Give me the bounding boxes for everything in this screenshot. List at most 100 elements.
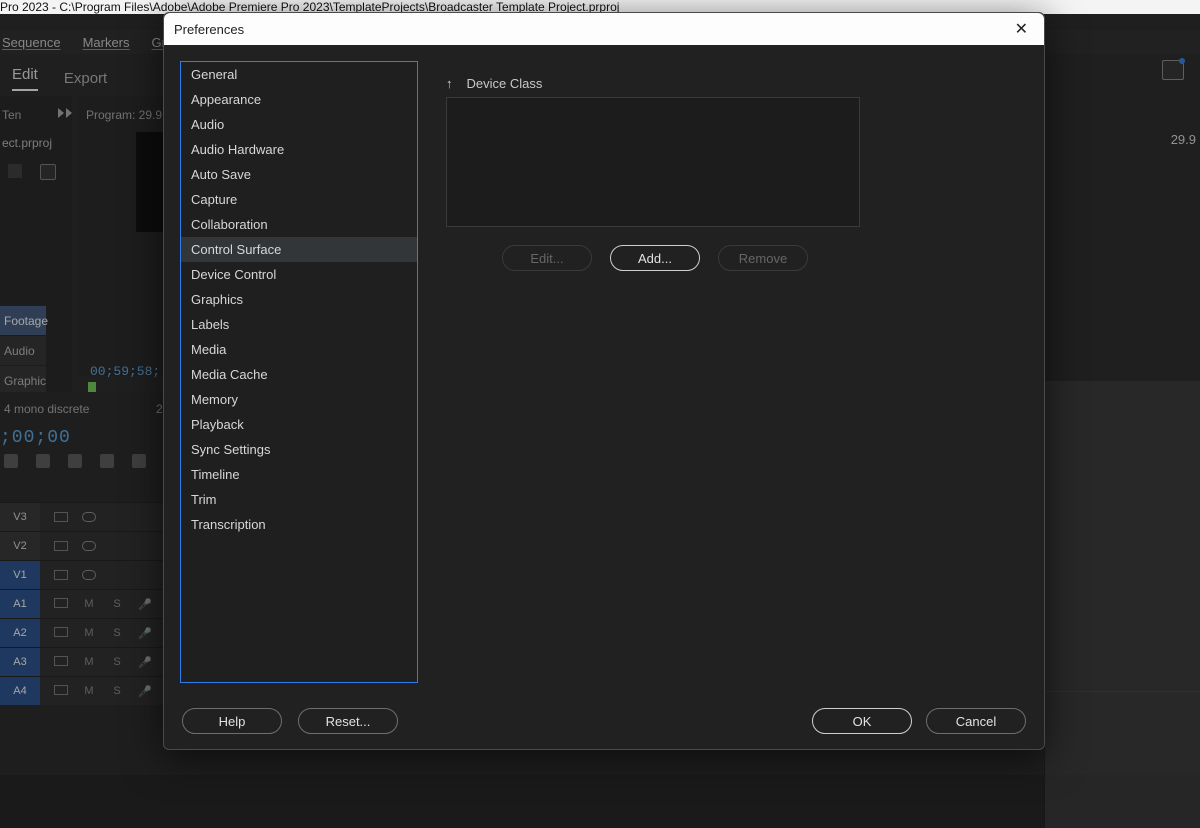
track-controls: M S 🎤	[40, 627, 152, 640]
cancel-button[interactable]: Cancel	[926, 708, 1026, 734]
solo-button[interactable]: S	[110, 598, 124, 611]
timeline-timecode[interactable]: ;00;00	[0, 428, 71, 448]
add-button[interactable]: Add...	[610, 245, 700, 271]
linked-icon[interactable]	[36, 454, 50, 468]
edit-button: Edit...	[502, 245, 592, 271]
bin-item[interactable]: Footage	[0, 306, 46, 336]
menu-markers[interactable]: Markers	[83, 35, 130, 50]
track-controls: M S 🎤	[40, 685, 152, 698]
prefs-category-sync-settings[interactable]: Sync Settings	[181, 437, 417, 462]
search-icon[interactable]	[40, 164, 56, 180]
menu-sequence[interactable]: Sequence	[2, 35, 61, 50]
bin-item[interactable]: Audio	[0, 336, 46, 366]
prefs-category-control-surface[interactable]: Control Surface	[181, 237, 417, 262]
track-controls	[40, 570, 96, 580]
prefs-category-graphics[interactable]: Graphics	[181, 287, 417, 312]
solo-button[interactable]: S	[110, 627, 124, 640]
chevron-right-icon[interactable]	[66, 108, 72, 118]
prefs-category-device-control[interactable]: Device Control	[181, 262, 417, 287]
settings-icon[interactable]	[132, 454, 146, 468]
prefs-category-general[interactable]: General	[181, 62, 417, 87]
wrench-icon[interactable]	[100, 454, 114, 468]
prefs-category-appearance[interactable]: Appearance	[181, 87, 417, 112]
track-controls	[40, 512, 96, 522]
reset-button[interactable]: Reset...	[298, 708, 398, 734]
voiceover-icon[interactable]: 🎤	[138, 627, 152, 640]
track-target-a3[interactable]: A3	[0, 648, 40, 676]
track-target-a2[interactable]: A2	[0, 619, 40, 647]
mute-button[interactable]: M	[82, 656, 96, 669]
dialog-titlebar: Preferences ✕	[164, 13, 1044, 45]
eye-icon[interactable]	[82, 541, 96, 551]
snap-icon[interactable]	[4, 454, 18, 468]
prefs-category-transcription[interactable]: Transcription	[181, 512, 417, 537]
preferences-dialog: Preferences ✕ GeneralAppearanceAudioAudi…	[163, 12, 1045, 750]
device-buttons-row: Edit... Add... Remove	[440, 245, 870, 271]
prefs-category-audio[interactable]: Audio	[181, 112, 417, 137]
prefs-category-trim[interactable]: Trim	[181, 487, 417, 512]
eye-icon[interactable]	[82, 570, 96, 580]
track-target-v2[interactable]: V2	[0, 532, 40, 560]
dialog-title: Preferences	[174, 22, 244, 37]
prefs-category-timeline[interactable]: Timeline	[181, 462, 417, 487]
ok-button[interactable]: OK	[812, 708, 912, 734]
tab-edit[interactable]: Edit	[12, 66, 38, 91]
mute-button[interactable]: M	[82, 627, 96, 640]
workspace-tabs: Edit Export	[0, 60, 107, 96]
sync-lock-icon[interactable]	[54, 627, 68, 637]
prefs-category-media[interactable]: Media	[181, 337, 417, 362]
preferences-category-list[interactable]: GeneralAppearanceAudioAudio HardwareAuto…	[180, 61, 418, 683]
dialog-footer: Help Reset... OK Cancel	[164, 699, 1044, 749]
track-controls	[40, 541, 96, 551]
device-class-list[interactable]	[446, 97, 860, 227]
track-controls: M S 🎤	[40, 598, 152, 611]
remove-button: Remove	[718, 245, 808, 271]
prefs-category-capture[interactable]: Capture	[181, 187, 417, 212]
sequence-tab-left[interactable]: 4 mono discrete	[4, 402, 89, 416]
prefs-category-media-cache[interactable]: Media Cache	[181, 362, 417, 387]
sync-lock-icon[interactable]	[54, 541, 68, 551]
track-target-a4[interactable]: A4	[0, 677, 40, 705]
filter-icon[interactable]	[8, 164, 22, 178]
sync-lock-icon[interactable]	[54, 570, 68, 580]
prefs-category-collaboration[interactable]: Collaboration	[181, 212, 417, 237]
sort-arrow-up-icon[interactable]: ↑	[446, 76, 453, 91]
tab-export[interactable]: Export	[64, 70, 107, 87]
workspaces-icon[interactable]	[1162, 60, 1184, 80]
marker-icon[interactable]	[68, 454, 82, 468]
prefs-category-playback[interactable]: Playback	[181, 412, 417, 437]
prefs-category-labels[interactable]: Labels	[181, 312, 417, 337]
prefs-category-audio-hardware[interactable]: Audio Hardware	[181, 137, 417, 162]
solo-button[interactable]: S	[110, 685, 124, 698]
mute-button[interactable]: M	[82, 685, 96, 698]
solo-button[interactable]: S	[110, 656, 124, 669]
track-body[interactable]	[1044, 555, 1200, 828]
device-class-header[interactable]: ↑ Device Class	[446, 71, 1028, 95]
help-button[interactable]: Help	[182, 708, 282, 734]
timeline-tool-row	[0, 454, 146, 474]
mute-button[interactable]: M	[82, 598, 96, 611]
eye-icon[interactable]	[82, 512, 96, 522]
sync-lock-icon[interactable]	[54, 656, 68, 666]
sequence-right-label: 29.9	[1171, 132, 1196, 147]
prefs-category-memory[interactable]: Memory	[181, 387, 417, 412]
sync-lock-icon[interactable]	[54, 685, 68, 695]
device-class-label: Device Class	[467, 76, 543, 91]
sync-lock-icon[interactable]	[54, 598, 68, 608]
close-icon[interactable]: ✕	[1009, 17, 1034, 41]
prefs-category-auto-save[interactable]: Auto Save	[181, 162, 417, 187]
program-timecode[interactable]: 00;59;58;	[90, 364, 160, 379]
voiceover-icon[interactable]: 🎤	[138, 656, 152, 669]
track-controls: M S 🎤	[40, 656, 152, 669]
sequence-tab-left-num: 2	[156, 402, 163, 416]
track-target-v1[interactable]: V1	[0, 561, 40, 589]
chevron-right-icon[interactable]	[58, 108, 64, 118]
sync-lock-icon[interactable]	[54, 512, 68, 522]
voiceover-icon[interactable]: 🎤	[138, 685, 152, 698]
voiceover-icon[interactable]: 🎤	[138, 598, 152, 611]
panel-tab-label[interactable]: Ten	[2, 108, 21, 122]
preferences-content-pane: ↑ Device Class Edit... Add... Remove	[440, 61, 1028, 689]
project-file-label: ect.prproj	[2, 136, 52, 150]
track-target-a1[interactable]: A1	[0, 590, 40, 618]
track-target-v3[interactable]: V3	[0, 503, 40, 531]
